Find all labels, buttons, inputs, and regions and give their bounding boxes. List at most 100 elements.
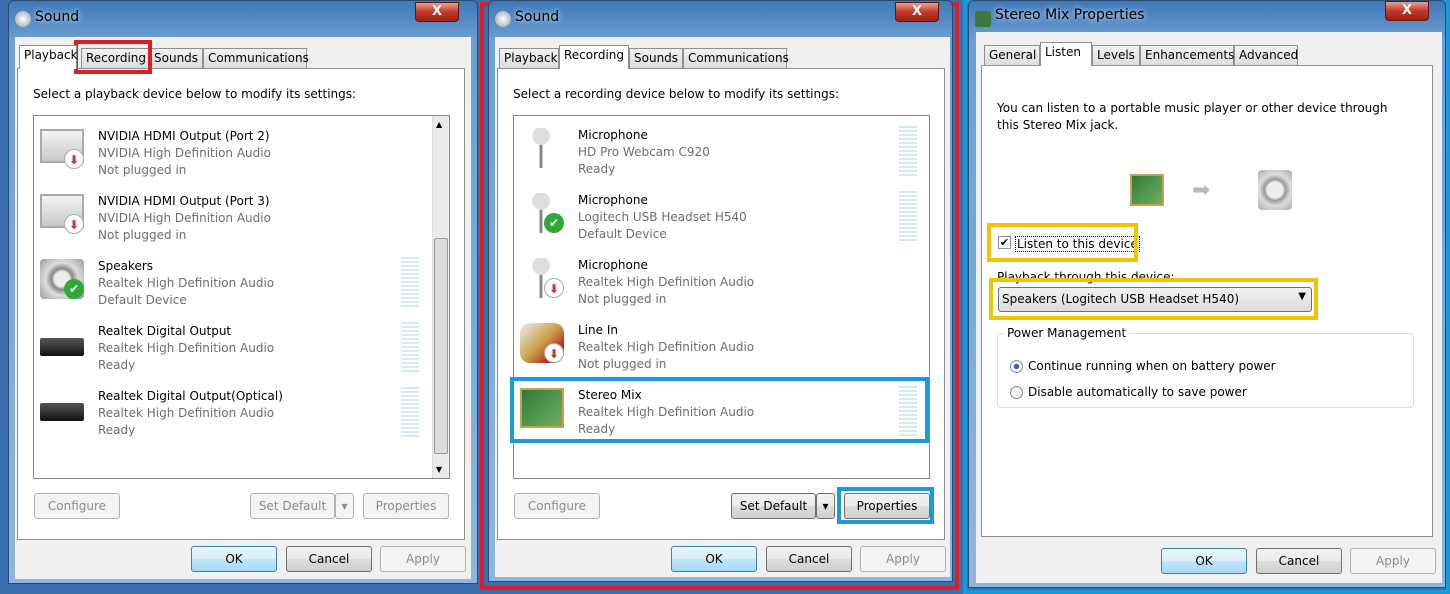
- device-description: Realtek High Definition Audio: [98, 341, 275, 355]
- properties-button-highlight: [837, 487, 934, 524]
- sound-card-icon: [975, 11, 991, 27]
- listen-checkbox-highlight: [987, 223, 1138, 262]
- device-name: NVIDIA HDMI Output (Port 3): [98, 194, 270, 208]
- device-item[interactable]: ⬇ Microphone Realtek High Definition Audio…: [514, 248, 929, 313]
- speaker-icon: [495, 11, 511, 27]
- device-name: Microphone: [578, 128, 648, 142]
- apply-button[interactable]: Apply: [1350, 548, 1436, 574]
- configure-button[interactable]: Configure: [34, 493, 120, 519]
- apply-button[interactable]: Apply: [380, 546, 466, 572]
- tab-playback[interactable]: Playback: [19, 45, 78, 69]
- tab-panel: Select a playback device below to modify…: [17, 68, 465, 540]
- configure-button[interactable]: Configure: [514, 493, 600, 519]
- tab-enhancements[interactable]: Enhancements: [1140, 45, 1234, 66]
- device-description: NVIDIA High Definition Audio: [98, 146, 271, 160]
- tab-general[interactable]: General: [984, 45, 1040, 66]
- device-description: Realtek High Definition Audio: [578, 340, 755, 354]
- tab-levels[interactable]: Levels: [1092, 45, 1140, 66]
- device-item[interactable]: Realtek Digital Output(Optical) Realtek H…: [34, 379, 449, 444]
- tab-panel: Select a recording device below to modif…: [497, 68, 945, 540]
- properties-button[interactable]: Properties: [363, 493, 449, 519]
- device-name: Speakers: [98, 259, 154, 273]
- device-item[interactable]: ⬇ Line In Realtek High Definition Audio Not…: [514, 313, 929, 378]
- device-status: Default Device: [98, 293, 187, 307]
- ok-button[interactable]: OK: [671, 546, 757, 572]
- device-status: Ready: [98, 358, 136, 372]
- unplugged-arrow-icon: ⬇: [64, 214, 84, 234]
- window-title: Sound: [35, 9, 80, 25]
- cancel-button[interactable]: Cancel: [766, 546, 852, 572]
- playback-select-highlight: [989, 278, 1318, 320]
- device-description: Logitech USB Headset H540: [578, 210, 747, 224]
- speaker-icon: [1258, 170, 1292, 210]
- tab-communications[interactable]: Communications: [203, 48, 309, 69]
- speaker-icon: [15, 11, 31, 27]
- device-description: HD Pro Webcam C920: [578, 145, 710, 159]
- tab-advanced[interactable]: Advanced: [1234, 45, 1298, 66]
- radio-continue-label[interactable]: Continue running when on battery power: [1028, 359, 1276, 373]
- unplugged-arrow-icon: ⬇: [544, 278, 564, 298]
- device-status: Ready: [578, 162, 616, 176]
- device-item[interactable]: Microphone HD Pro Webcam C920 Ready: [514, 118, 929, 183]
- close-button[interactable]: X: [895, 2, 939, 22]
- sound-card-icon: [1130, 174, 1164, 206]
- receiver-icon: [40, 403, 84, 421]
- cancel-button[interactable]: Cancel: [286, 546, 372, 572]
- unplugged-arrow-icon: ⬇: [64, 149, 84, 169]
- radio-continue[interactable]: [1010, 360, 1023, 373]
- tab-listen[interactable]: Listen: [1040, 42, 1092, 66]
- level-meter: [899, 126, 917, 176]
- device-status: Not plugged in: [98, 228, 187, 242]
- device-item[interactable]: ⬇ NVIDIA HDMI Output (Port 3) NVIDIA High …: [34, 184, 449, 249]
- device-name: Microphone: [578, 258, 648, 272]
- arrow-right-icon: ➡: [1192, 178, 1211, 203]
- set-default-dropdown[interactable]: ▾: [335, 493, 354, 519]
- device-name: Microphone: [578, 193, 648, 207]
- ok-button[interactable]: OK: [191, 546, 277, 572]
- scroll-down-icon[interactable]: ▼: [436, 465, 442, 474]
- window-title: Sound: [515, 9, 560, 25]
- cancel-button[interactable]: Cancel: [1256, 548, 1342, 574]
- device-status: Not plugged in: [98, 163, 187, 177]
- tab-sounds[interactable]: Sounds: [629, 48, 683, 69]
- instruction-text: Select a playback device below to modify…: [33, 87, 357, 101]
- level-meter: [401, 257, 419, 307]
- device-status: Ready: [98, 423, 136, 437]
- device-name: NVIDIA HDMI Output (Port 2): [98, 129, 270, 143]
- device-item[interactable]: ✔ Microphone Logitech USB Headset H540 Defa…: [514, 183, 929, 248]
- power-management-group: Power Management Continue running when o…: [997, 326, 1414, 408]
- device-description: Realtek High Definition Audio: [578, 275, 755, 289]
- ok-button[interactable]: OK: [1161, 548, 1247, 574]
- receiver-icon: [40, 338, 84, 356]
- device-name: Line In: [578, 323, 618, 337]
- playback-device-list[interactable]: ▲ ▼ ⬇NVIDIA High Definition AudioNot plu…: [33, 115, 450, 479]
- device-description: Realtek High Definition Audio: [98, 276, 275, 290]
- tab-playback[interactable]: Playback: [499, 48, 559, 69]
- tab-communications[interactable]: Communications: [683, 48, 789, 69]
- radio-disable[interactable]: [1010, 386, 1023, 399]
- device-status: Not plugged in: [578, 292, 667, 306]
- radio-disable-label[interactable]: Disable automatically to save power: [1028, 385, 1247, 399]
- device-status: Not plugged in: [578, 357, 667, 371]
- level-meter: [401, 387, 419, 437]
- device-name: Realtek Digital Output: [98, 324, 232, 338]
- level-meter: [401, 322, 419, 372]
- playback-sound-window: Sound X Playback Recording Sounds Commun…: [8, 0, 478, 584]
- set-default-button[interactable]: Set Default: [731, 493, 816, 519]
- apply-button[interactable]: Apply: [860, 546, 946, 572]
- stereo-mix-highlight: [510, 377, 929, 443]
- level-meter: [899, 191, 917, 241]
- device-name: Realtek Digital Output(Optical): [98, 389, 283, 403]
- close-button[interactable]: X: [415, 2, 459, 22]
- tab-recording[interactable]: Recording: [559, 45, 629, 69]
- set-default-button[interactable]: Set Default: [250, 493, 335, 519]
- group-title: Power Management: [1004, 326, 1130, 340]
- device-item[interactable]: ✔ Speakers Realtek High Definition Audio De…: [34, 249, 449, 314]
- device-item[interactable]: Realtek Digital Output Realtek High Defin…: [34, 314, 449, 379]
- tab-sounds[interactable]: Sounds: [149, 48, 203, 69]
- device-description: NVIDIA High Definition Audio: [98, 211, 271, 225]
- device-item[interactable]: ⬇ NVIDIA HDMI Output (Port 2) NVIDIA High …: [34, 119, 449, 184]
- close-button[interactable]: X: [1385, 1, 1429, 21]
- set-default-dropdown[interactable]: ▾: [816, 493, 835, 519]
- description-text: You can listen to a portable music playe…: [997, 101, 1388, 132]
